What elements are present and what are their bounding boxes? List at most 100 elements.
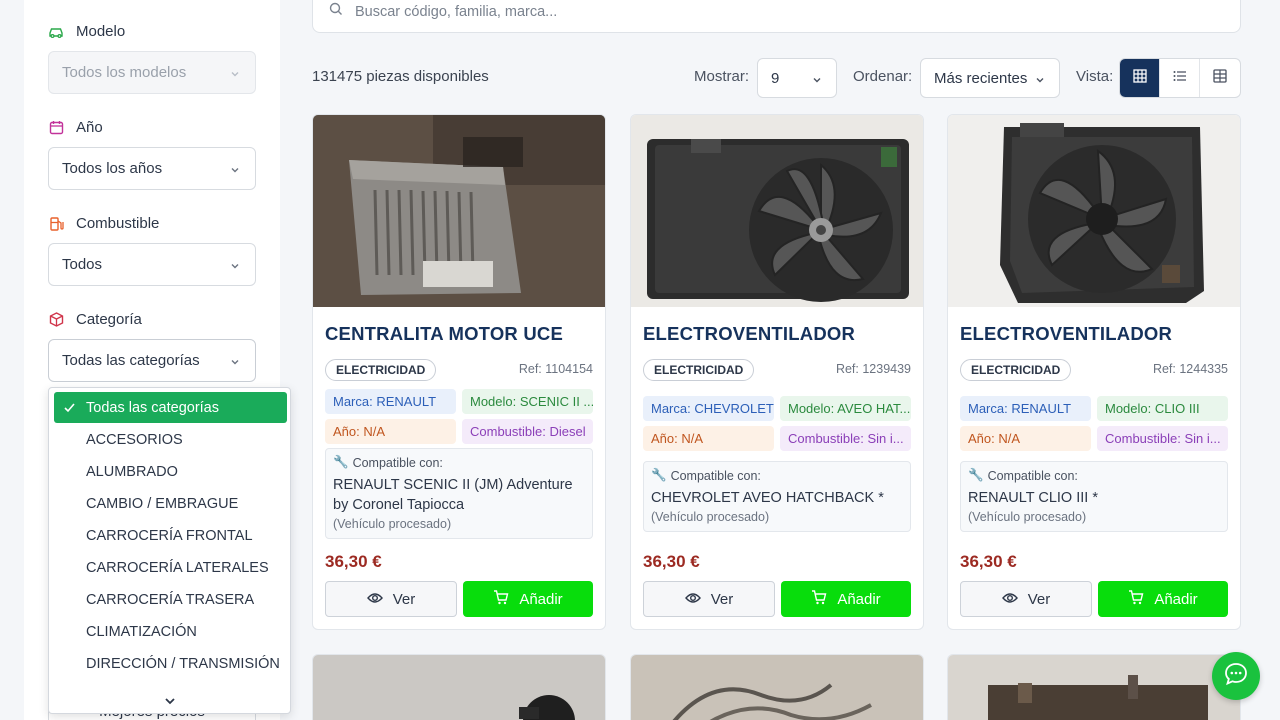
table-view-button[interactable] xyxy=(1200,59,1240,97)
search-icon xyxy=(329,2,343,21)
cart-icon xyxy=(1128,589,1144,609)
compatibility-box: 🔧 Compatible con: RENAULT CLIO III * (Veh… xyxy=(960,461,1228,532)
view-button[interactable]: Ver xyxy=(325,581,457,617)
product-ref: Ref: 1244335 xyxy=(1152,362,1228,376)
category-dropdown: Todas las categorías ACCESORIOS ALUMBRAD… xyxy=(48,387,291,714)
year-chip: Año: N/A xyxy=(960,426,1091,451)
car-icon xyxy=(48,24,64,40)
brand-chip: Marca: RENAULT xyxy=(325,389,456,414)
ordenar-label: Ordenar: xyxy=(853,68,913,85)
product-photo[interactable] xyxy=(631,655,923,720)
year-chip: Año: N/A xyxy=(325,419,456,444)
processed-note: (Vehículo procesado) xyxy=(333,517,452,531)
dropdown-option-climatizacion[interactable]: CLIMATIZACIÓN xyxy=(54,616,287,647)
wrench-icon: 🔧 xyxy=(333,455,349,469)
eye-icon xyxy=(1001,591,1018,608)
category-badge: ELECTRICIDAD xyxy=(325,359,437,381)
search-bar[interactable]: Buscar código, familia, marca... xyxy=(312,0,1241,33)
vista-label: Vista: xyxy=(1076,68,1114,85)
dropdown-option-todas[interactable]: Todas las categorías xyxy=(54,392,287,423)
per-page-select[interactable]: 9 xyxy=(757,58,837,98)
scroll-down-chevron-icon[interactable] xyxy=(163,694,177,712)
per-page-value: 9 xyxy=(771,69,780,87)
model-chip: Modelo: AVEO HAT... xyxy=(780,396,911,421)
view-button[interactable]: Ver xyxy=(643,581,775,617)
dropdown-option-label: CARROCERÍA FRONTAL xyxy=(86,527,253,544)
product-card: ELECTROVENTILADOR ELECTRICIDAD Ref: 1244… xyxy=(947,114,1241,630)
processed-note: (Vehículo procesado) xyxy=(968,510,1087,524)
product-card-partial xyxy=(312,654,606,720)
grid-view-button[interactable] xyxy=(1120,59,1160,97)
dropdown-option-carroceria-laterales[interactable]: CARROCERÍA LATERALES xyxy=(54,552,287,583)
category-badge: ELECTRICIDAD xyxy=(643,359,755,381)
product-photo[interactable] xyxy=(948,655,1240,720)
categoria-select[interactable]: Todas las categorías xyxy=(48,339,256,382)
add-to-cart-button[interactable]: Añadir xyxy=(463,581,593,617)
categoria-select-value: Todas las categorías xyxy=(62,352,200,369)
combustible-select[interactable]: Todos xyxy=(48,243,256,286)
dropdown-option-carroceria-frontal[interactable]: CARROCERÍA FRONTAL xyxy=(54,520,287,551)
product-title[interactable]: ELECTROVENTILADOR xyxy=(960,323,1172,345)
dropdown-option-label: ALUMBRADO xyxy=(86,463,178,480)
dropdown-option-cambio-embrague[interactable]: CAMBIO / EMBRAGUE xyxy=(54,488,287,519)
compatible-vehicle: RENAULT SCENIC II (JM) Adventure by Coro… xyxy=(333,477,573,513)
categoria-label: Categoría xyxy=(76,311,142,328)
dropdown-option-carroceria-trasera[interactable]: CARROCERÍA TRASERA xyxy=(54,584,287,615)
dropdown-option-accesorios[interactable]: ACCESORIOS xyxy=(54,424,287,455)
search-input[interactable]: Buscar código, familia, marca... xyxy=(355,4,557,20)
add-to-cart-button[interactable]: Añadir xyxy=(1098,581,1228,617)
chat-button[interactable] xyxy=(1212,652,1260,700)
model-chip: Modelo: SCENIC II ... xyxy=(462,389,593,414)
product-photo[interactable] xyxy=(313,655,605,720)
product-photo[interactable] xyxy=(313,115,605,307)
modelo-filter-label: Modelo xyxy=(48,23,125,40)
add-button-label: Añadir xyxy=(519,590,563,608)
product-photo[interactable] xyxy=(948,115,1240,307)
dropdown-option-alumbrado[interactable]: ALUMBRADO xyxy=(54,456,287,487)
product-ref: Ref: 1239439 xyxy=(835,362,911,376)
sort-select[interactable]: Más recientes xyxy=(920,58,1060,98)
product-title[interactable]: CENTRALITA MOTOR UCE xyxy=(325,323,563,345)
product-price: 36,30 € xyxy=(643,552,700,571)
brand-chip: Marca: CHEVROLET xyxy=(643,396,774,421)
product-price: 36,30 € xyxy=(960,552,1017,571)
view-button-label: Ver xyxy=(1027,590,1051,608)
fuel-chip: Combustible: Sin i... xyxy=(780,426,911,451)
dropdown-option-label: CLIMATIZACIÓN xyxy=(86,623,197,640)
chevron-down-icon xyxy=(811,73,823,90)
fuel-chip: Combustible: Sin i... xyxy=(1097,426,1228,451)
combustible-select-value: Todos xyxy=(62,256,103,273)
check-icon xyxy=(63,401,76,418)
compatible-label: Compatible con: xyxy=(987,468,1078,483)
modelo-label: Modelo xyxy=(76,23,126,40)
wrench-icon: 🔧 xyxy=(651,468,667,482)
wrench-icon: 🔧 xyxy=(968,468,984,482)
categoria-filter-label: Categoría xyxy=(48,311,142,328)
eye-icon xyxy=(366,591,383,608)
anio-select-value: Todos los años xyxy=(62,160,163,177)
anio-filter-label: Año xyxy=(48,119,103,136)
modelo-select[interactable]: Todos los modelos xyxy=(48,51,256,94)
fuel-chip: Combustible: Diesel xyxy=(462,419,593,444)
view-button-label: Ver xyxy=(710,590,734,608)
dropdown-option-label: DIRECCIÓN / TRANSMISIÓN xyxy=(86,655,280,672)
product-price: 36,30 € xyxy=(325,552,382,571)
add-to-cart-button[interactable]: Añadir xyxy=(781,581,911,617)
view-toggle-group xyxy=(1119,58,1241,98)
combustible-label: Combustible xyxy=(76,215,160,232)
anio-label: Año xyxy=(76,119,103,136)
dropdown-option-direccion-transmision[interactable]: DIRECCIÓN / TRANSMISIÓN xyxy=(54,648,287,679)
chevron-down-icon xyxy=(229,163,241,180)
box-icon xyxy=(48,312,64,328)
chevron-down-icon xyxy=(229,259,241,276)
product-photo[interactable] xyxy=(631,115,923,307)
list-view-button[interactable] xyxy=(1160,59,1200,97)
product-title[interactable]: ELECTROVENTILADOR xyxy=(643,323,855,345)
anio-select[interactable]: Todos los años xyxy=(48,147,256,190)
chevron-down-icon xyxy=(1034,73,1046,90)
view-button[interactable]: Ver xyxy=(960,581,1092,617)
model-chip: Modelo: CLIO III xyxy=(1097,396,1228,421)
list-icon xyxy=(1173,69,1187,87)
modelo-select-value: Todos los modelos xyxy=(62,64,187,81)
chat-icon xyxy=(1223,661,1249,692)
